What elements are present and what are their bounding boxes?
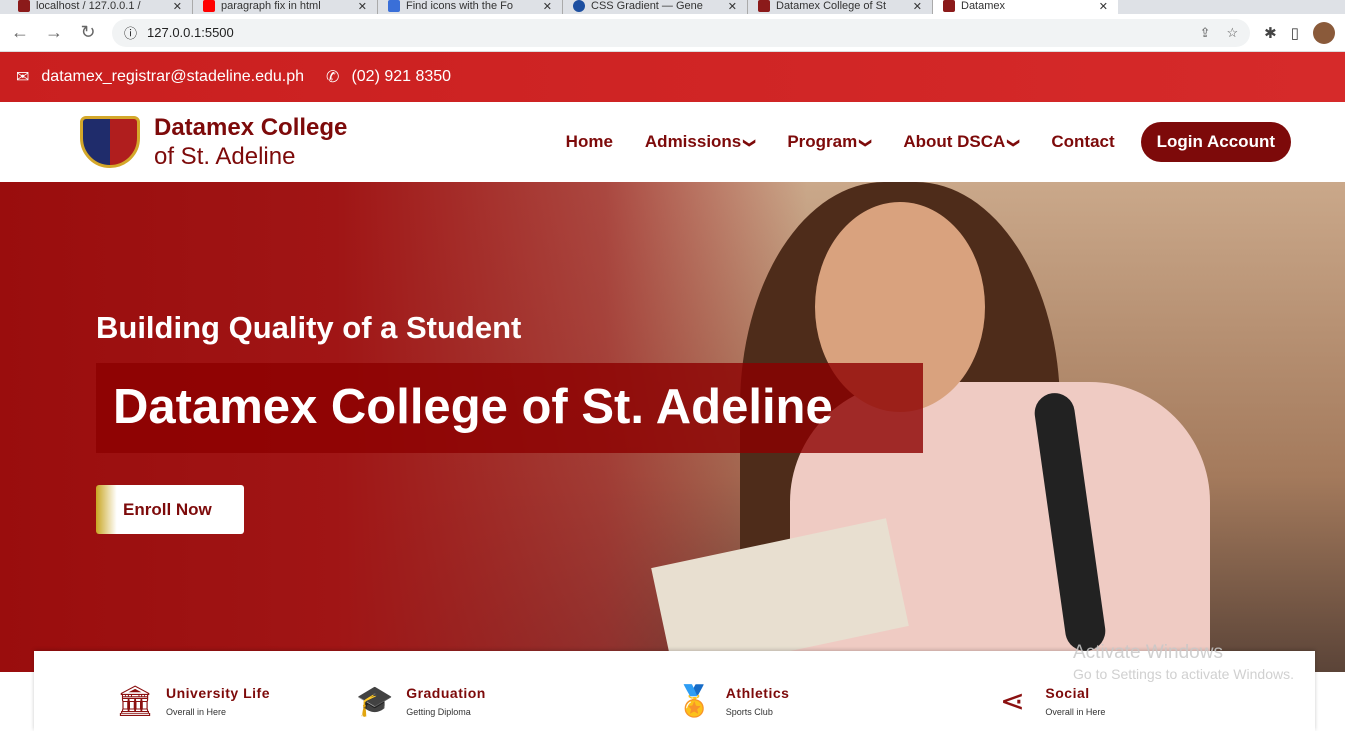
feature-title: Graduation [406, 685, 486, 701]
browser-tab-active[interactable]: Datamex ✕ [933, 0, 1118, 14]
tab-favicon-icon [573, 0, 585, 12]
share-icon: ⋖ [999, 685, 1025, 718]
tab-label: localhost / 127.0.0.1 / [36, 0, 141, 12]
contact-topbar: ✉ datamex_registrar@stadeline.edu.ph ✆ (… [0, 52, 1345, 102]
site-header: Datamex College of St. Adeline Home Admis… [0, 102, 1345, 182]
chevron-down-icon: ❯ [1007, 137, 1022, 149]
browser-tab[interactable]: paragraph fix in html ✕ [193, 0, 378, 14]
graduation-cap-icon: 🎓 [356, 685, 394, 718]
url-text: 127.0.0.1:5500 [147, 25, 234, 40]
tab-label: paragraph fix in html [221, 0, 321, 12]
feature-sub: Overall in Here [1045, 707, 1106, 717]
bookmark-star-icon[interactable]: ☆ [1227, 25, 1239, 41]
browser-tab[interactable]: localhost / 127.0.0.1 /✕ [8, 0, 193, 14]
tab-favicon-icon [388, 0, 400, 12]
nav-label: Contact [1051, 132, 1115, 151]
feature-title: University Life [166, 685, 270, 701]
nav-label: Program [787, 132, 858, 151]
tab-favicon-icon [943, 0, 955, 12]
tab-favicon-icon [203, 0, 215, 12]
college-seal-logo[interactable] [80, 116, 140, 168]
reload-icon[interactable]: ↻ [78, 22, 98, 43]
nav-about[interactable]: About DSCA ❯ [903, 132, 1022, 152]
windows-activation-watermark: Activate Windows Go to Settings to activ… [1073, 642, 1294, 682]
hero-title: Datamex College of St. Adeline [113, 380, 833, 434]
share-icon[interactable]: ⇪ [1200, 25, 1211, 41]
nav-admissions[interactable]: Admissions ❯ [644, 132, 758, 152]
address-bar-row: ← → ↻ ⓘ 127.0.0.1:5500 ⇪ ☆ ✱ ▯ [0, 14, 1345, 52]
nav-label: Home [565, 132, 613, 151]
nav-label: About DSCA [903, 132, 1006, 151]
brand-line1: Datamex College [154, 114, 348, 141]
feature-title: Athletics [725, 685, 790, 701]
feature-university-life[interactable]: 🏛 University Life Overall in Here [34, 651, 356, 731]
back-icon[interactable]: ← [10, 22, 30, 43]
browser-tab[interactable]: CSS Gradient — Gene ✕ [563, 0, 748, 14]
feature-sub: Sports Club [725, 707, 773, 717]
forward-icon[interactable]: → [44, 22, 64, 43]
info-icon[interactable]: ⓘ [124, 23, 137, 42]
nav-program[interactable]: Program ❯ [787, 132, 874, 152]
hero-banner: Building Quality of a Student Datamex Co… [0, 182, 1345, 672]
enroll-now-button[interactable]: Enroll Now [96, 485, 244, 534]
envelope-icon: ✉ [16, 69, 30, 86]
main-nav: Home Admissions ❯ Program ❯ About DSCA ❯ Co… [566, 132, 1115, 152]
tab-favicon-icon [758, 0, 770, 12]
chevron-down-icon: ❯ [743, 137, 758, 149]
feature-sub: Overall in Here [166, 707, 227, 717]
feature-graduation[interactable]: 🎓 Graduation Getting Diploma [356, 651, 676, 731]
profile-avatar[interactable] [1313, 21, 1335, 44]
login-button[interactable]: Login Account [1140, 122, 1291, 162]
nav-home[interactable]: Home [566, 132, 613, 152]
url-input[interactable]: ⓘ 127.0.0.1:5500 ⇪ ☆ [112, 18, 1251, 47]
hero-title-box: Datamex College of St. Adeline [96, 363, 923, 453]
browser-tab[interactable]: Find icons with the Fo ✕ [378, 0, 563, 14]
nav-contact[interactable]: Contact [1051, 132, 1114, 152]
tab-label: CSS Gradient — Gene [591, 0, 703, 12]
nav-label: Admissions [644, 132, 742, 151]
brand-line2: of St. Adeline [154, 143, 296, 170]
phone-icon: ✆ [326, 69, 340, 86]
tab-label: Find icons with the Fo [406, 0, 513, 12]
medal-icon: 🏅 [675, 685, 714, 718]
feature-athletics[interactable]: 🏅 Athletics Sports Club [676, 651, 996, 731]
contact-email[interactable]: datamex_registrar@stadeline.edu.ph [41, 68, 304, 86]
brand-name[interactable]: Datamex College of St. Adeline [154, 113, 347, 171]
tab-label: Datamex College of St [776, 0, 887, 12]
university-icon: 🏛 [116, 685, 155, 718]
chevron-down-icon: ❯ [859, 137, 874, 149]
watermark-line2: Go to Settings to activate Windows. [1073, 666, 1294, 682]
feature-sub: Getting Diploma [406, 707, 471, 717]
feature-title: Social [1045, 685, 1090, 701]
extensions-icon[interactable]: ✱ [1264, 24, 1277, 42]
side-panel-icon[interactable]: ▯ [1291, 24, 1299, 42]
tab-label: Datamex [961, 0, 1006, 12]
tab-favicon-icon [18, 0, 30, 12]
watermark-line1: Activate Windows [1073, 642, 1223, 663]
hero-subtitle: Building Quality of a Student [96, 310, 522, 345]
contact-phone[interactable]: (02) 921 8350 [351, 68, 451, 86]
browser-tab-strip: localhost / 127.0.0.1 /✕ paragraph fix i… [0, 0, 1345, 14]
browser-tab[interactable]: Datamex College of St ✕ [748, 0, 933, 14]
